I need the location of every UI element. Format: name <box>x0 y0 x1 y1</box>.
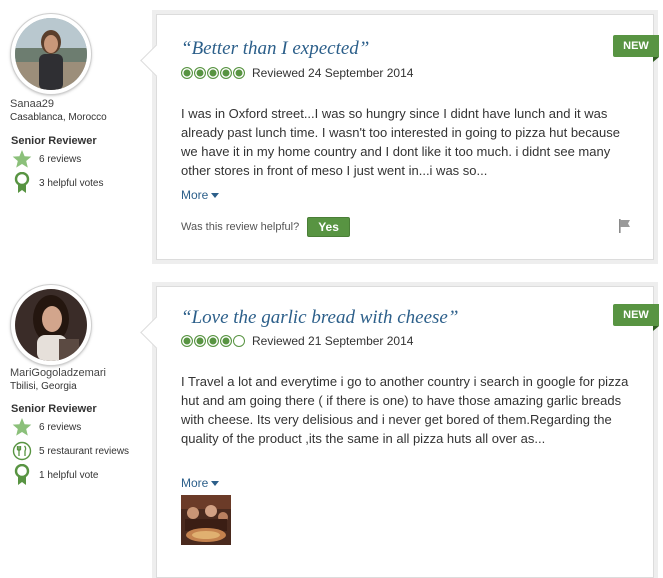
reviewer-location: Tbilisi, Georgia <box>10 381 77 392</box>
ribbon-icon <box>11 464 33 486</box>
new-badge: NEW <box>613 304 659 331</box>
review-1: Sanaa29 Casablanca, Morocco Senior Revie… <box>0 0 663 268</box>
stat-helpful-votes: 1 helpful vote <box>11 464 99 486</box>
rating-bubble-icon <box>233 335 245 347</box>
fork-knife-icon <box>11 440 33 462</box>
more-link[interactable]: More <box>181 476 220 490</box>
rating-bubble-icon <box>220 335 232 347</box>
stat-restaurant-reviews: 5 restaurant reviews <box>11 440 129 462</box>
reviewer-level: Senior Reviewer <box>11 135 97 147</box>
rating-bubble-icon <box>181 335 193 347</box>
new-badge: NEW <box>613 35 659 62</box>
star-icon <box>11 148 33 170</box>
review-card: NEW “Love the garlic bread with cheese” … <box>140 286 659 578</box>
review-text: I was in Oxford street...I was so hungry… <box>181 106 620 178</box>
rating-bubbles: Reviewed 24 September 2014 <box>181 66 413 80</box>
review-text: I Travel a lot and everytime i go to ano… <box>181 374 629 446</box>
star-icon <box>11 416 33 438</box>
review-title[interactable]: “Better than I expected” <box>181 38 369 60</box>
ribbon-icon <box>11 172 33 194</box>
reviewer-name[interactable]: MariGogoladzemari <box>10 367 106 379</box>
rating-bubble-icon <box>207 335 219 347</box>
helpful-row: Was this review helpful? Yes <box>181 217 350 237</box>
stat-helpful-votes: 3 helpful votes <box>11 172 104 194</box>
reviewer-level: Senior Reviewer <box>11 403 97 415</box>
rating-bubble-icon <box>194 335 206 347</box>
stat-reviews: 6 reviews <box>11 416 81 438</box>
review-photo-thumbnail[interactable] <box>181 495 231 545</box>
review-2: MariGogoladzemari Tbilisi, Georgia Senio… <box>0 272 663 578</box>
reviewer-location: Casablanca, Morocco <box>10 112 107 123</box>
stat-reviews: 6 reviews <box>11 148 81 170</box>
reviewer-name[interactable]: Sanaa29 <box>10 98 54 110</box>
rating-bubbles: Reviewed 21 September 2014 <box>181 334 413 348</box>
caret-down-icon <box>211 480 220 486</box>
rating-bubble-icon <box>207 67 219 79</box>
review-card: NEW “Better than I expected” Reviewed 24… <box>140 14 659 260</box>
helpful-question: Was this review helpful? <box>181 221 300 233</box>
rating-bubble-icon <box>220 67 232 79</box>
avatar[interactable] <box>11 14 91 94</box>
review-date: Reviewed 24 September 2014 <box>252 66 414 80</box>
yes-button[interactable]: Yes <box>307 217 350 237</box>
rating-bubble-icon <box>181 67 193 79</box>
review-title[interactable]: “Love the garlic bread with cheese” <box>181 307 458 329</box>
caret-down-icon <box>211 192 220 198</box>
flag-icon[interactable] <box>619 219 631 233</box>
more-link[interactable]: More <box>181 188 220 202</box>
rating-bubble-icon <box>233 67 245 79</box>
rating-bubble-icon <box>194 67 206 79</box>
review-date: Reviewed 21 September 2014 <box>252 334 414 348</box>
avatar[interactable] <box>11 285 91 365</box>
